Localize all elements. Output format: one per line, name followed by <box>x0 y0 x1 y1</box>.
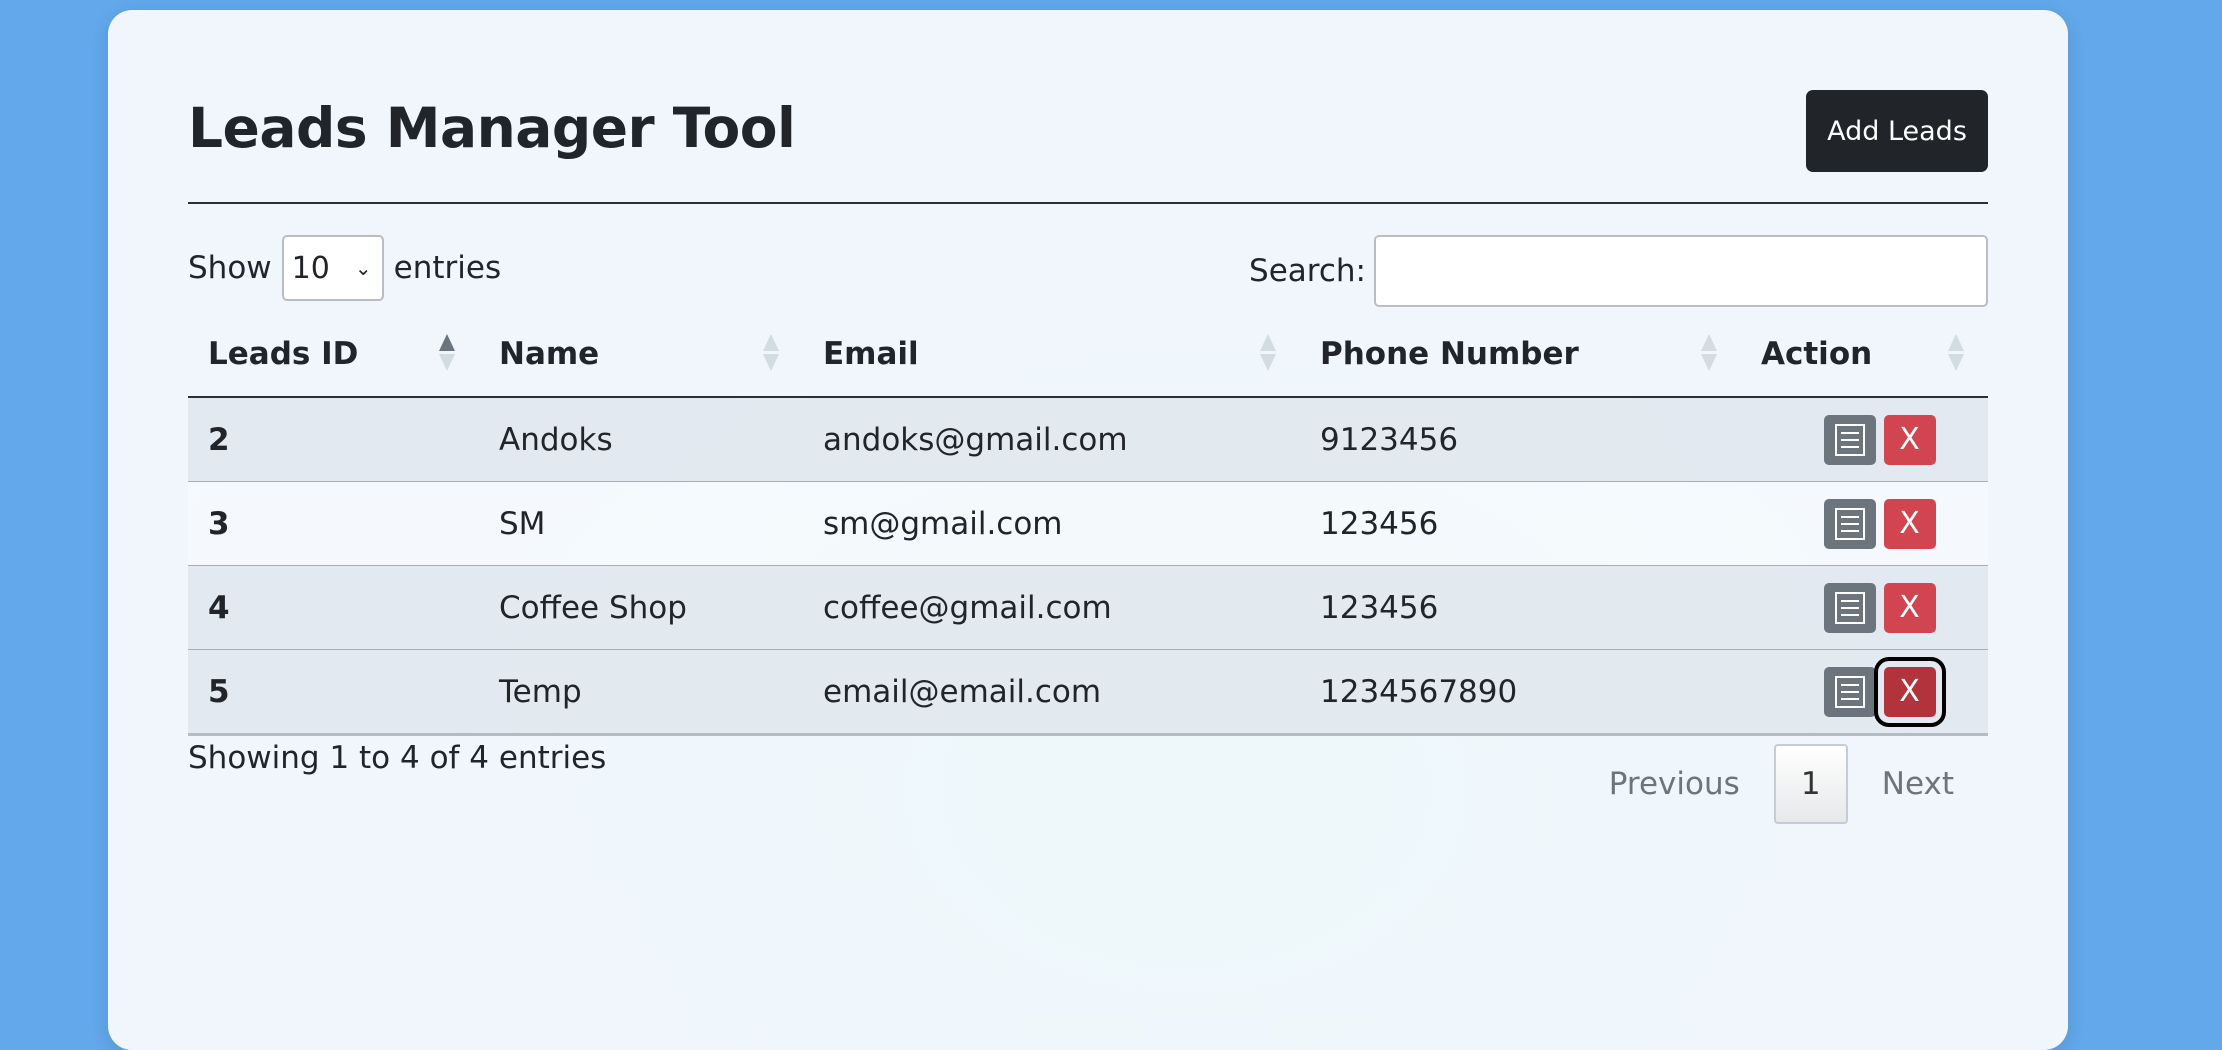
table-row: 2 Andoks andoks@gmail.com 9123456 X <box>188 397 1988 482</box>
sort-icon <box>1701 334 1717 374</box>
table-row: 3 SM sm@gmail.com 123456 X <box>188 481 1988 566</box>
leads-table: Leads ID Name Email Phone Number Action <box>188 312 1988 736</box>
cell-leads-id: 4 <box>188 565 479 650</box>
edit-icon <box>1834 423 1865 456</box>
sort-icon <box>1948 334 1964 374</box>
next-button[interactable]: Next <box>1848 766 1988 802</box>
cell-email: sm@gmail.com <box>803 481 1300 566</box>
edit-icon <box>1834 507 1865 540</box>
cell-leads-id: 2 <box>188 397 479 482</box>
cell-leads-id: 5 <box>188 649 479 736</box>
column-header-action[interactable]: Action <box>1741 312 1988 398</box>
edit-icon <box>1834 591 1865 624</box>
cell-leads-id: 3 <box>188 481 479 566</box>
edit-icon <box>1834 675 1865 708</box>
page-title: Leads Manager Tool <box>188 96 796 160</box>
cell-phone: 123456 <box>1300 565 1741 650</box>
delete-button[interactable]: X <box>1883 414 1936 465</box>
cell-name: Andoks <box>479 397 803 482</box>
table-row: 4 Coffee Shop coffee@gmail.com 123456 X <box>188 565 1988 650</box>
entries-select[interactable]: 10 ⌄ <box>281 235 384 301</box>
page-1-button[interactable]: 1 <box>1773 744 1848 824</box>
cell-phone: 9123456 <box>1300 397 1741 482</box>
chevron-down-icon: ⌄ <box>354 256 372 280</box>
column-header-phone[interactable]: Phone Number <box>1300 312 1741 398</box>
edit-button[interactable] <box>1823 582 1876 633</box>
cell-email: email@email.com <box>803 649 1300 736</box>
cell-name: Temp <box>479 649 803 736</box>
cell-action: X <box>1741 397 1988 482</box>
entries-length: Show 10 ⌄ entries <box>188 235 501 301</box>
show-label: Show <box>188 250 272 286</box>
cell-phone: 1234567890 <box>1300 649 1741 736</box>
table-header-row: Leads ID Name Email Phone Number Action <box>188 312 1988 398</box>
delete-button[interactable]: X <box>1873 656 1946 727</box>
cell-action: X <box>1741 481 1988 566</box>
edit-button[interactable] <box>1823 498 1876 549</box>
cell-phone: 123456 <box>1300 481 1741 566</box>
page-header: Leads Manager Tool Add Leads <box>188 90 1988 204</box>
sort-icon <box>763 334 779 374</box>
table-row: 5 Temp email@email.com 1234567890 X <box>188 649 1988 736</box>
add-leads-button[interactable]: Add Leads <box>1806 90 1988 172</box>
column-header-name[interactable]: Name <box>479 312 803 398</box>
cell-name: SM <box>479 481 803 566</box>
edit-button[interactable] <box>1823 666 1876 717</box>
search-input[interactable] <box>1374 235 1988 307</box>
pagination: Previous 1 Next <box>1575 744 1988 824</box>
edit-button[interactable] <box>1823 414 1876 465</box>
previous-button[interactable]: Previous <box>1575 766 1774 802</box>
search-label: Search: <box>1249 253 1366 289</box>
cell-action: X <box>1741 649 1988 736</box>
table-controls: Show 10 ⌄ entries Search: <box>188 225 1988 307</box>
delete-button[interactable]: X <box>1883 498 1936 549</box>
cell-email: coffee@gmail.com <box>803 565 1300 650</box>
column-header-leads-id[interactable]: Leads ID <box>188 312 479 398</box>
table-info: Showing 1 to 4 of 4 entries <box>188 740 607 776</box>
cell-action: X <box>1741 565 1988 650</box>
sort-icon <box>439 334 455 374</box>
entries-label: entries <box>393 250 502 286</box>
column-header-email[interactable]: Email <box>803 312 1300 398</box>
cell-email: andoks@gmail.com <box>803 397 1300 482</box>
search-box: Search: <box>1249 235 1988 307</box>
delete-button[interactable]: X <box>1883 582 1936 633</box>
entries-select-value: 10 <box>291 250 330 286</box>
sort-icon <box>1260 334 1276 374</box>
cell-name: Coffee Shop <box>479 565 803 650</box>
